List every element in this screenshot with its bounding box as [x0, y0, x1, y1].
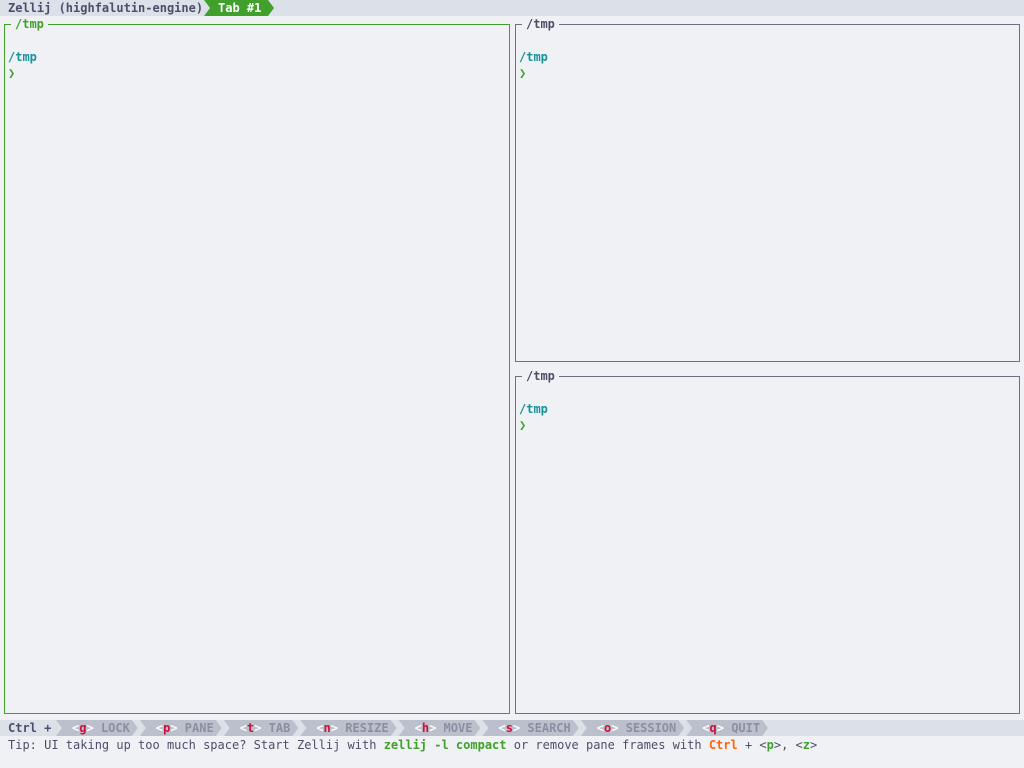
keybinding-label: PANE	[184, 721, 214, 735]
terminal-output: /tmp ❯	[519, 401, 548, 433]
prompt-symbol: ❯	[519, 418, 527, 432]
keybinding-label: QUIT	[731, 721, 761, 735]
keybinding-tab[interactable]: <t> TAB	[224, 720, 299, 736]
keybinding-move[interactable]: <h> MOVE	[399, 720, 481, 736]
keybinding-resize[interactable]: <n> RESIZE	[300, 720, 396, 736]
pane-title: /tmp	[11, 16, 48, 32]
tip-key-p: p	[766, 738, 774, 752]
prompt-symbol: ❯	[8, 66, 16, 80]
status-bar: Ctrl + <g> LOCK <p> PANE <t> TAB <n> RES…	[0, 720, 1024, 736]
keybinding-quit[interactable]: <q> QUIT	[686, 720, 768, 736]
prompt-symbol: ❯	[519, 66, 527, 80]
tip-separator: >, <	[773, 738, 803, 752]
keybinding-pane[interactable]: <p> PANE	[140, 720, 222, 736]
tip-line: Tip: UI taking up too much space? Start …	[8, 737, 817, 753]
zellij-window: Zellij (highfalutin-engine) Tab #1 /tmp …	[0, 0, 1024, 768]
tip-key-z: z	[802, 738, 810, 752]
keybinding-label: TAB	[268, 721, 291, 735]
tip-ctrl-key: Ctrl	[708, 738, 738, 752]
tab-1-label: Tab #1	[218, 1, 262, 15]
keybinding-label: MOVE	[443, 721, 473, 735]
keybinding-session[interactable]: <o> SESSION	[581, 720, 685, 736]
terminal-output: /tmp ❯	[8, 49, 37, 81]
cwd-line: /tmp	[8, 50, 37, 64]
ctrl-modifier-label: Ctrl +	[8, 721, 52, 735]
cwd-line: /tmp	[519, 50, 548, 64]
keybinding-label: LOCK	[100, 721, 130, 735]
keybinding-search[interactable]: <s> SEARCH	[482, 720, 578, 736]
session-name: Zellij (highfalutin-engine)	[8, 1, 204, 15]
terminal-pane-left[interactable]: /tmp /tmp ❯	[4, 16, 510, 714]
tip-middle: or remove pane frames with	[506, 738, 709, 752]
terminal-pane-bottom-right[interactable]: /tmp /tmp ❯	[515, 368, 1020, 714]
tab-bar: Zellij (highfalutin-engine) Tab #1	[0, 0, 1024, 16]
cwd-line: /tmp	[519, 402, 548, 416]
keybinding-label: SESSION	[625, 721, 677, 735]
keybinding-label: SEARCH	[527, 721, 571, 735]
pane-title: /tmp	[522, 16, 559, 32]
terminal-pane-top-right[interactable]: /tmp /tmp ❯	[515, 16, 1020, 362]
hotkey: h	[421, 721, 430, 735]
tip-command: zellij -l compact	[383, 738, 507, 752]
terminal-output: /tmp ❯	[519, 49, 548, 81]
hotkey: s	[505, 721, 513, 735]
tip-prefix: Tip: UI taking up too much space? Start …	[8, 738, 384, 752]
pane-title: /tmp	[522, 368, 559, 384]
tip-suffix: >	[810, 738, 818, 752]
keybinding-list: <g> LOCK <p> PANE <t> TAB <n> RESIZE <h>…	[56, 720, 770, 736]
hotkey: n	[323, 721, 331, 735]
keybinding-lock[interactable]: <g> LOCK	[56, 720, 138, 736]
hotkey: q	[709, 721, 717, 735]
keybinding-label: RESIZE	[345, 721, 389, 735]
tip-plus: + <	[737, 738, 767, 752]
